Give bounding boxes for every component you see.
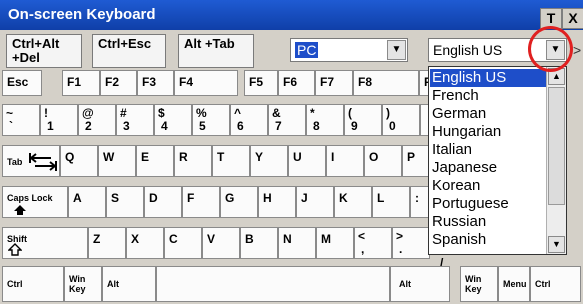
key-7[interactable]: & 7 — [268, 104, 306, 136]
key-b[interactable]: B — [240, 227, 278, 259]
key-f8[interactable]: F8 — [353, 70, 419, 96]
key-z[interactable]: Z — [88, 227, 126, 259]
key-f4[interactable]: F4 — [174, 70, 238, 96]
language-option-spanish[interactable]: Spanish — [430, 231, 548, 249]
chevron-down-icon: ▼ — [391, 44, 402, 55]
key-l[interactable]: L — [372, 186, 410, 218]
highlight-circle — [528, 26, 573, 72]
key-5[interactable]: % 5 — [192, 104, 230, 136]
key-e[interactable]: E — [136, 145, 174, 177]
key-alt-right[interactable]: Alt — [390, 266, 450, 302]
key-t[interactable]: T — [212, 145, 250, 177]
key-f7[interactable]: F7 — [315, 70, 353, 96]
key-v[interactable]: V — [202, 227, 240, 259]
caps-lock-icon — [14, 205, 26, 215]
dropdown-scrollbar[interactable]: ▲ ▼ — [546, 67, 566, 254]
key-i[interactable]: I — [326, 145, 364, 177]
key-o[interactable]: O — [364, 145, 402, 177]
key-r[interactable]: R — [174, 145, 212, 177]
language-option-german[interactable]: German — [430, 105, 548, 123]
key-1[interactable]: ! 1 — [40, 104, 78, 136]
key-win-right[interactable]: Win Key — [460, 266, 498, 302]
key-y[interactable]: Y — [250, 145, 288, 177]
language-option-russian[interactable]: Russian — [430, 213, 548, 231]
key-3[interactable]: #3 — [116, 104, 154, 136]
key-f2[interactable]: F2 — [100, 70, 137, 96]
key-u[interactable]: U — [288, 145, 326, 177]
osk-window: On-screen Keyboard T X Ctrl+Alt +Del Ctr… — [0, 0, 583, 304]
scroll-down-button[interactable]: ▼ — [548, 236, 565, 253]
language-option-italian[interactable]: Italian — [430, 141, 548, 159]
key-f6[interactable]: F6 — [278, 70, 315, 96]
key-ctrl-left[interactable]: Ctrl — [2, 266, 64, 302]
platform-value: PC — [295, 42, 319, 58]
key-8[interactable]: * 8 — [306, 104, 344, 136]
key-space[interactable] — [156, 266, 390, 302]
key-f5[interactable]: F5 — [244, 70, 278, 96]
scroll-thumb[interactable] — [548, 87, 565, 205]
key-f3[interactable]: F3 — [137, 70, 174, 96]
key-s[interactable]: S — [106, 186, 144, 218]
language-option-english-us[interactable]: English US — [430, 69, 548, 87]
key-4[interactable]: $4 — [154, 104, 192, 136]
shift-icon — [8, 243, 22, 256]
key-ctrl-right[interactable]: Ctrl — [530, 266, 581, 302]
language-option-hungarian[interactable]: Hungarian — [430, 123, 548, 141]
toolbar-overflow-arrow: > — [573, 42, 582, 58]
key-f[interactable]: F — [182, 186, 220, 218]
key-g[interactable]: G — [220, 186, 258, 218]
key-m[interactable]: M — [316, 227, 354, 259]
platform-select[interactable]: PC ▼ — [290, 38, 408, 62]
key-j[interactable]: J — [296, 186, 334, 218]
language-option-french[interactable]: French — [430, 87, 548, 105]
key-p[interactable]: P — [402, 145, 430, 177]
key-tilde[interactable]: ~ ` — [2, 104, 40, 136]
key-tab[interactable]: Tab — [2, 145, 60, 177]
chevron-up-icon: ▲ — [552, 71, 561, 81]
key-shift[interactable]: Shift — [2, 227, 88, 259]
key-alt-left[interactable]: Alt — [102, 266, 156, 302]
alt-tab-button[interactable]: Alt +Tab — [178, 34, 254, 68]
key-k[interactable]: K — [334, 186, 372, 218]
window-title: On-screen Keyboard — [8, 6, 156, 23]
title-bar: On-screen Keyboard T X — [0, 0, 583, 30]
key-6[interactable]: ^ 6 — [230, 104, 268, 136]
ctrl-esc-button[interactable]: Ctrl+Esc — [92, 34, 166, 68]
key-x[interactable]: X — [126, 227, 164, 259]
toolbar: Ctrl+Alt +Del Ctrl+Esc Alt +Tab PC ▼ Eng… — [0, 30, 583, 68]
key-win-left[interactable]: Win Key — [64, 266, 102, 302]
key-menu[interactable]: Menu — [498, 266, 530, 302]
key-q[interactable]: Q — [60, 145, 98, 177]
tab-arrows-icon — [29, 153, 57, 171]
language-dropdown-list: English US French German Hungarian Itali… — [428, 66, 567, 255]
key-n[interactable]: N — [278, 227, 316, 259]
language-option-korean[interactable]: Korean — [430, 177, 548, 195]
key-h[interactable]: H — [258, 186, 296, 218]
key-0[interactable]: ) 0 — [382, 104, 420, 136]
key-period[interactable]: >. — [392, 227, 430, 259]
key-9[interactable]: (9 — [344, 104, 382, 136]
chevron-down-icon: ▼ — [552, 239, 561, 249]
language-value: English US — [433, 42, 503, 58]
close-button[interactable]: X — [562, 8, 583, 29]
key-f1[interactable]: F1 — [62, 70, 100, 96]
language-option-japanese[interactable]: Japanese — [430, 159, 548, 177]
key-caps-lock[interactable]: Caps Lock — [2, 186, 68, 218]
key-esc[interactable]: Esc — [2, 70, 42, 96]
key-d[interactable]: D — [144, 186, 182, 218]
key-2[interactable]: @2 — [78, 104, 116, 136]
key-a[interactable]: A — [68, 186, 106, 218]
key-semicolon-partial[interactable]: : — [410, 186, 430, 218]
ctrl-alt-del-button[interactable]: Ctrl+Alt +Del — [6, 34, 82, 68]
key-w[interactable]: W — [98, 145, 136, 177]
language-option-portuguese[interactable]: Portuguese — [430, 195, 548, 213]
platform-dropdown-button[interactable]: ▼ — [387, 40, 406, 60]
key-c[interactable]: C — [164, 227, 202, 259]
key-comma[interactable]: <, — [354, 227, 392, 259]
